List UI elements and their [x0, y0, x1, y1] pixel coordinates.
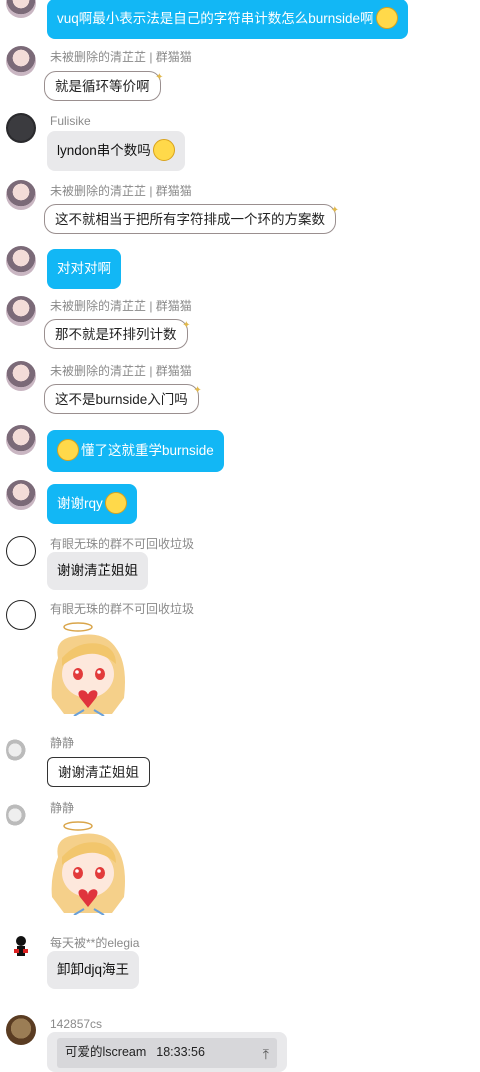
message-text: 懂了这就重学burnside — [81, 443, 214, 458]
message-text: 这不是burnside入门吗 — [55, 392, 188, 407]
avatar[interactable] — [6, 536, 36, 566]
message-text: 谢谢清芷姐姐 — [58, 765, 139, 780]
sender-name: Fulisike — [50, 114, 91, 128]
upload-icon[interactable]: ⤒ — [263, 1040, 269, 1068]
avatar[interactable] — [6, 1015, 36, 1045]
message-bubble[interactable]: 就是循环等价啊 — [44, 63, 163, 101]
smirk-emoji-icon — [375, 7, 398, 30]
sender-name: 有眼无珠的群不可回收垃圾 — [50, 602, 195, 616]
sender-name: 未被删除的清芷芷 | 群猫猫 — [50, 50, 192, 64]
message-bubble[interactable]: 对对对啊 — [47, 249, 121, 289]
message-bubble[interactable]: 那不就是环排列计数 — [44, 311, 190, 349]
avatar[interactable] — [6, 361, 36, 391]
message-bubble[interactable]: 这不是burnside入门吗 — [44, 376, 202, 414]
avatar[interactable] — [6, 800, 36, 830]
avatar[interactable] — [6, 933, 36, 963]
avatar[interactable] — [6, 735, 36, 765]
sender-name: 未被删除的清芷芷 | 群猫猫 — [50, 184, 192, 198]
message-text: 这不就相当于把所有字符排成一个环的方案数 — [55, 212, 325, 227]
grin-emoji-icon — [152, 139, 175, 162]
sender-name: 142857cs — [50, 1017, 103, 1031]
message-text: lyndon串个数吗 — [57, 143, 151, 158]
avatar[interactable] — [6, 480, 36, 510]
message-text: vuq啊最小表示法是自己的字符串计数怎么burnside啊 — [57, 11, 374, 26]
sender-name: 静静 — [50, 801, 75, 815]
file-name: 可爱的lscream — [65, 1045, 147, 1059]
message-text: 那不就是环排列计数 — [55, 327, 177, 342]
message-bubble[interactable]: 谢谢清芷姐姐 — [47, 757, 150, 787]
message-text: 卸卸djq海王 — [57, 962, 130, 977]
sender-name: 未被删除的清芷芷 | 群猫猫 — [50, 364, 192, 378]
message-bubble[interactable]: 谢谢清芷姐姐 — [47, 552, 148, 590]
file-row: 可爱的lscream 18:33:56 ⤒ — [57, 1038, 277, 1068]
message-bubble[interactable]: 这不就相当于把所有字符排成一个环的方案数 — [44, 196, 339, 234]
sender-name: 有眼无珠的群不可回收垃圾 — [50, 537, 195, 551]
sender-name: 静静 — [50, 736, 75, 750]
crying-emoji-icon — [57, 439, 79, 462]
avatar[interactable] — [6, 246, 36, 276]
message-bubble[interactable]: 谢谢rqy — [47, 484, 137, 524]
avatar[interactable] — [6, 0, 36, 18]
anime-girl-heart-sticker[interactable] — [44, 618, 142, 716]
sender-name: 未被删除的清芷芷 | 群猫猫 — [50, 299, 192, 313]
sender-name: 每天被**的elegia — [50, 936, 140, 950]
avatar[interactable] — [6, 600, 36, 630]
avatar[interactable] — [6, 425, 36, 455]
avatar[interactable] — [6, 113, 36, 143]
message-bubble[interactable]: 懂了这就重学burnside — [47, 430, 224, 472]
message-bubble[interactable]: vuq啊最小表示法是自己的字符串计数怎么burnside啊 — [47, 0, 408, 39]
message-text: 就是循环等价啊 — [55, 79, 150, 94]
anime-girl-heart-sticker[interactable] — [44, 817, 142, 915]
message-bubble[interactable]: lyndon串个数吗 — [47, 131, 185, 171]
message-text: 对对对啊 — [57, 261, 111, 276]
avatar[interactable] — [6, 296, 36, 326]
message-text: 谢谢rqy — [57, 496, 103, 511]
avatar[interactable] — [6, 180, 36, 210]
file-time: 18:33:56 — [156, 1045, 205, 1059]
stickman-avatar-icon — [14, 936, 28, 956]
file-message-card[interactable]: 可爱的lscream 18:33:56 ⤒ — [47, 1032, 287, 1072]
message-bubble[interactable]: 卸卸djq海王 — [47, 951, 140, 989]
message-text: 谢谢清芷姐姐 — [57, 563, 138, 578]
sad-emoji-icon — [104, 492, 127, 515]
avatar[interactable] — [6, 46, 36, 76]
